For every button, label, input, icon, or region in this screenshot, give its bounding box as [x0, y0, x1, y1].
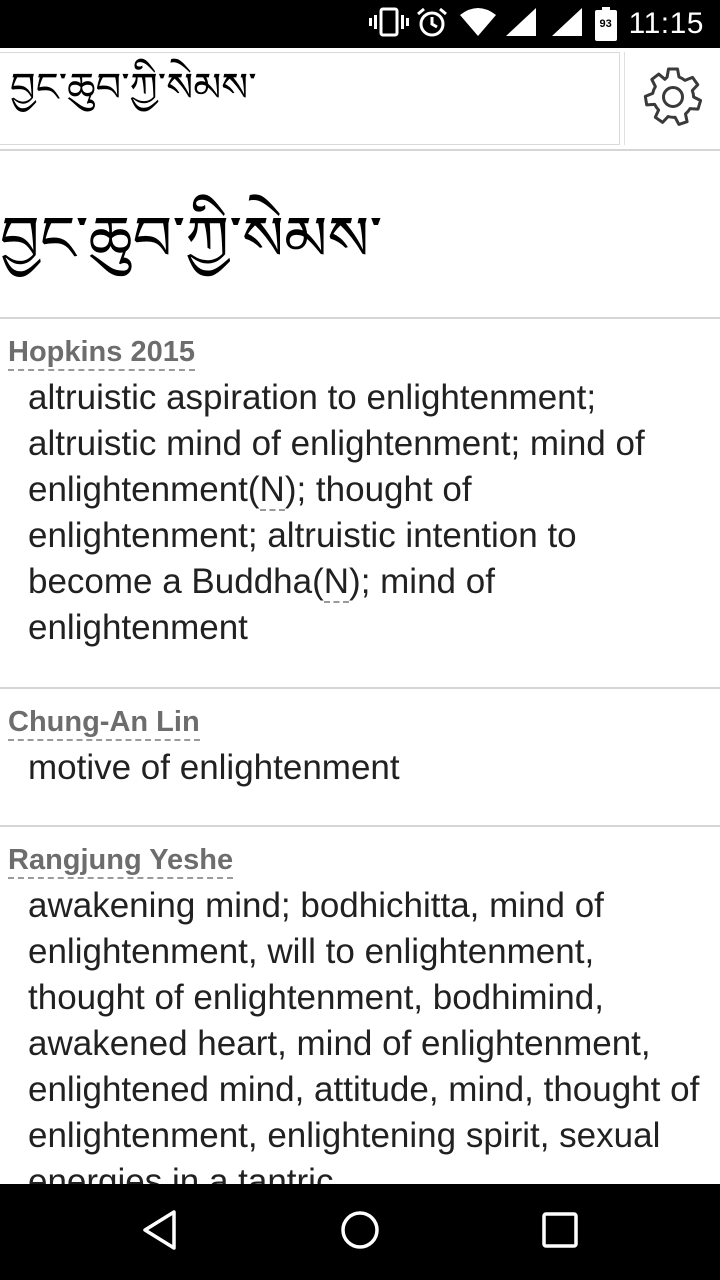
clock: 11:15 [628, 7, 704, 40]
home-icon [338, 1208, 382, 1256]
recents-icon [540, 1210, 580, 1254]
abbreviation-marker[interactable]: N [259, 470, 285, 511]
battery-icon: 93 [594, 7, 617, 41]
back-icon [140, 1208, 180, 1256]
navigation-bar [0, 1184, 720, 1280]
alarm-icon [415, 6, 449, 42]
entry-source[interactable]: Rangjung Yeshe [8, 843, 234, 879]
entry-source[interactable]: Hopkins 2015 [8, 335, 195, 371]
wifi-icon [459, 7, 497, 41]
home-button[interactable] [300, 1184, 420, 1280]
headword: བྱང་ཆུབ་ཀྱི་སེམས་ [0, 151, 720, 319]
status-bar: 93 11:15 [0, 0, 720, 48]
gear-icon [640, 64, 706, 134]
battery-level: 93 [599, 18, 612, 30]
entry-definition: awakening mind; bodhichitta, mind of enl… [28, 886, 700, 1184]
search-input[interactable] [0, 52, 620, 145]
search-bar [0, 48, 720, 151]
entry-definition: altruistic aspiration to enlightenment; … [28, 375, 702, 651]
signal-icon [551, 7, 583, 41]
dictionary-entry: Rangjung Yeshe awakening mind; bodhichit… [0, 827, 720, 1184]
recents-button[interactable] [500, 1184, 620, 1280]
back-button[interactable] [100, 1184, 220, 1280]
abbreviation-marker[interactable]: N [323, 562, 350, 603]
entry-definition: motive of enlightenment [28, 748, 400, 787]
signal-icon [505, 7, 537, 41]
entry-source[interactable]: Chung-An Lin [8, 705, 200, 741]
settings-button[interactable] [624, 52, 720, 145]
dictionary-entry: Chung-An Lin motive of enlightenment [0, 689, 720, 827]
dictionary-entry: Hopkins 2015 altruistic aspiration to en… [0, 319, 720, 689]
headword-text: བྱང་ཆུབ་ཀྱི་སེམས་ [0, 202, 383, 275]
vibrate-icon [368, 7, 409, 41]
dictionary-content[interactable]: བྱང་ཆུབ་ཀྱི་སེམས་ Hopkins 2015 altruisti… [0, 151, 720, 1184]
